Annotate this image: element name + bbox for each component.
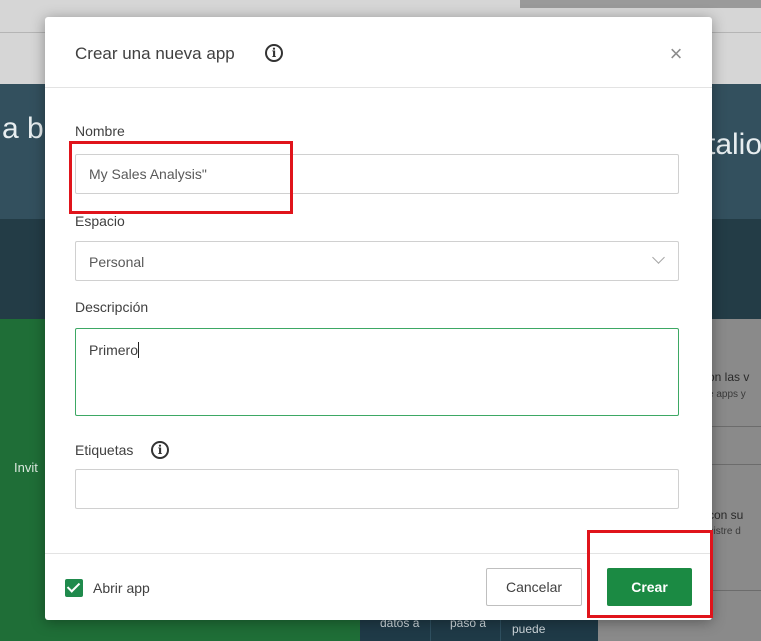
space-select-value: Personal bbox=[89, 254, 145, 270]
description-value: Primero bbox=[89, 342, 139, 358]
background-hero-text: talio bbox=[707, 128, 761, 161]
background-invite-text: Invit bbox=[14, 460, 38, 475]
background-card-title: con su bbox=[708, 508, 744, 522]
cancel-button[interactable]: Cancelar bbox=[486, 568, 582, 606]
description-textarea[interactable]: Primero bbox=[75, 328, 679, 416]
space-label: Espacio bbox=[75, 213, 125, 229]
background-card-subtitle: e apps y bbox=[708, 389, 746, 400]
tags-label: Etiquetas bbox=[75, 442, 134, 458]
tags-input[interactable] bbox=[75, 469, 679, 509]
background-hero-text: a b bbox=[2, 112, 44, 145]
highlight-box-name bbox=[69, 141, 293, 214]
background-card-title: on las v bbox=[708, 370, 750, 384]
description-label: Descripción bbox=[75, 299, 149, 315]
info-icon[interactable]: i bbox=[151, 441, 169, 459]
open-app-checkbox[interactable] bbox=[65, 579, 83, 597]
text-caret bbox=[138, 342, 140, 358]
highlight-box-create bbox=[587, 530, 713, 618]
check-icon bbox=[66, 579, 81, 593]
dialog-title: Crear una nueva app bbox=[75, 44, 235, 63]
chevron-down-icon bbox=[652, 251, 665, 264]
open-app-label[interactable]: Abrir app bbox=[93, 580, 150, 596]
space-select[interactable]: Personal bbox=[75, 241, 679, 281]
info-icon[interactable]: i bbox=[265, 44, 283, 62]
dialog-header: Crear una nueva app i × bbox=[45, 17, 712, 88]
close-icon[interactable]: × bbox=[665, 43, 687, 65]
background-tab bbox=[520, 0, 761, 8]
name-label: Nombre bbox=[75, 123, 125, 139]
background-table-cell: puede bbox=[512, 622, 546, 636]
